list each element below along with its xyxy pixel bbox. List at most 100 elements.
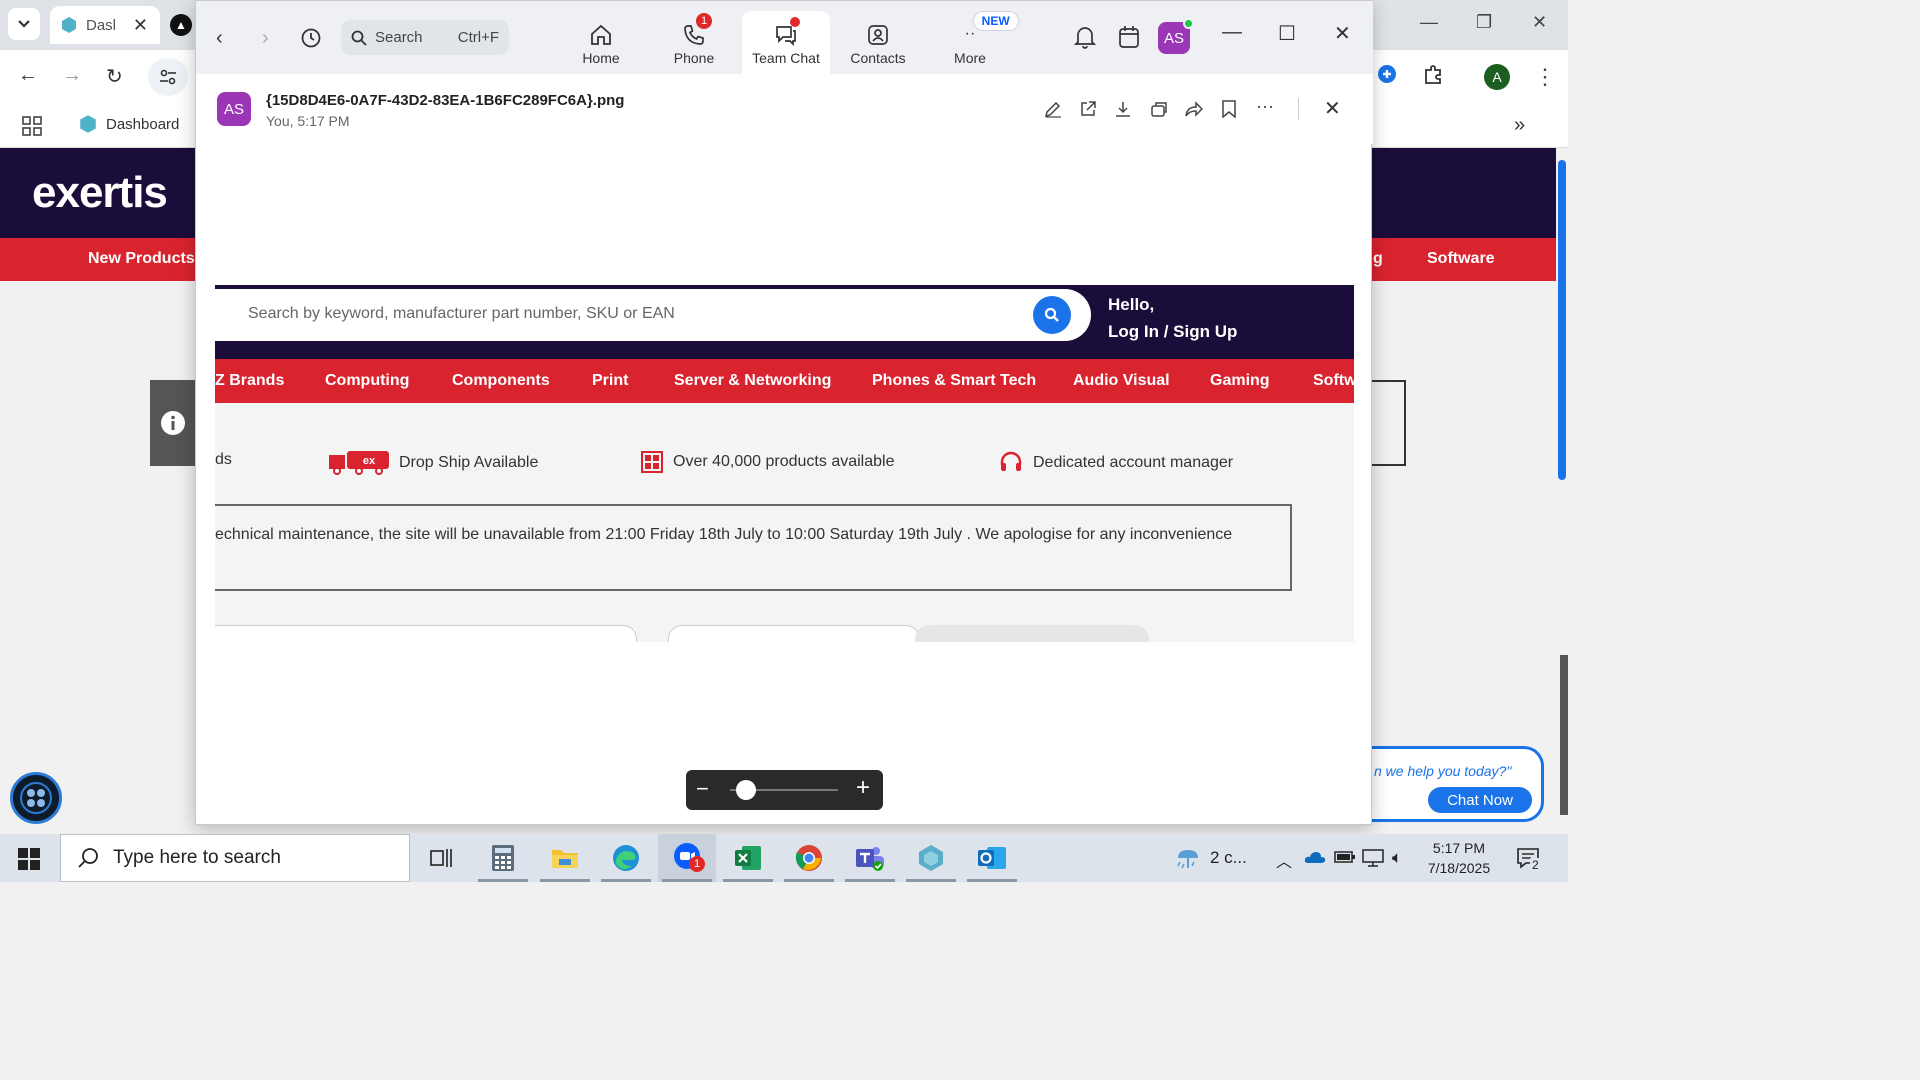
- embedded-usp-text: ds: [215, 451, 232, 468]
- more-dots-icon: ··: [964, 25, 976, 42]
- bookmark-dashboard[interactable]: Dashboard: [78, 114, 179, 134]
- page-scrollbar-thumb[interactable]: [1558, 160, 1566, 480]
- bell-icon[interactable]: [1074, 25, 1096, 49]
- apps-grid-icon[interactable]: [22, 116, 42, 136]
- notification-center[interactable]: 2: [1516, 846, 1541, 875]
- extension-icon[interactable]: [1377, 64, 1397, 84]
- close-tab-icon[interactable]: ✕: [133, 15, 148, 36]
- taskbar-search-box[interactable]: Type here to search: [60, 834, 410, 882]
- network-icon[interactable]: [1362, 849, 1384, 867]
- weather-icon[interactable]: [1174, 844, 1202, 872]
- new-badge: NEW: [972, 11, 1019, 31]
- nav-partial-item[interactable]: g: [1373, 250, 1383, 268]
- taskbar-app-hex[interactable]: [902, 834, 960, 882]
- taskbar-calculator[interactable]: [474, 834, 532, 882]
- battery-icon[interactable]: [1334, 850, 1356, 864]
- taskbar-outlook[interactable]: [963, 834, 1021, 882]
- tray-overflow-icon[interactable]: ︿: [1276, 848, 1292, 872]
- warehouse-grid-icon: [641, 451, 663, 473]
- excel-icon: [735, 846, 761, 870]
- bookmarks-overflow-icon[interactable]: »: [1514, 114, 1525, 137]
- close-window-icon[interactable]: ✕: [1532, 12, 1547, 33]
- embedded-nav-item: Phones & Smart Tech: [872, 372, 1037, 389]
- viewer-close-icon[interactable]: ✕: [1334, 21, 1351, 46]
- nav-software[interactable]: Software: [1427, 250, 1495, 268]
- profile-avatar[interactable]: A: [1484, 64, 1510, 90]
- tab-home[interactable]: Home: [557, 11, 645, 74]
- open-external-icon[interactable]: [1079, 100, 1097, 118]
- taskbar-zoom[interactable]: 1: [658, 834, 716, 882]
- embedded-search-button: [1033, 296, 1071, 334]
- tab-more-label: More: [954, 50, 986, 66]
- chat-now-button[interactable]: Chat Now: [1428, 787, 1532, 813]
- tab-team-chat[interactable]: Team Chat: [742, 11, 830, 74]
- zoom-back-icon[interactable]: ‹: [216, 27, 223, 50]
- share-to-chat-icon[interactable]: [1150, 100, 1168, 118]
- taskbar-file-explorer[interactable]: [536, 834, 594, 882]
- minimize-icon[interactable]: —: [1420, 12, 1438, 33]
- more-vert-icon[interactable]: ⋮: [1534, 64, 1556, 90]
- zoom-taskbar-badge: 1: [689, 855, 705, 872]
- side-strip: [1560, 655, 1568, 815]
- zoom-user-initials: AS: [1163, 29, 1184, 47]
- embedded-nav-item: Softw: [1313, 372, 1354, 389]
- zoom-search-box[interactable]: Search Ctrl+F: [341, 20, 509, 55]
- taskbar-chrome[interactable]: [780, 834, 838, 882]
- site-logo[interactable]: exertis: [32, 168, 168, 218]
- chat-prompt: n we help you today?": [1374, 763, 1512, 779]
- calendar-icon[interactable]: [1118, 25, 1140, 49]
- tab-contacts[interactable]: Contacts: [834, 11, 922, 74]
- embedded-login: Log In / Sign Up: [1108, 322, 1238, 341]
- nav-new-products[interactable]: New Products: [88, 250, 195, 268]
- forward-icon[interactable]: [1185, 100, 1203, 118]
- weather-text[interactable]: 2 c...: [1210, 848, 1247, 868]
- browser-tab-2[interactable]: ▲: [170, 14, 192, 36]
- site-info-button[interactable]: [148, 58, 188, 96]
- info-tab[interactable]: [150, 380, 196, 466]
- embedded-nav-item: Print: [592, 372, 629, 389]
- more-options-icon[interactable]: ···: [1256, 96, 1274, 117]
- back-icon[interactable]: ←: [18, 64, 38, 87]
- search-icon: [78, 848, 98, 868]
- cookie-settings-icon[interactable]: [10, 772, 62, 824]
- puzzle-icon[interactable]: [1422, 64, 1444, 86]
- viewer-maximize-icon[interactable]: ☐: [1278, 21, 1296, 46]
- task-view-button[interactable]: [412, 834, 470, 882]
- system-clock[interactable]: 5:17 PM 7/18/2025: [1424, 838, 1494, 878]
- clock-time: 5:17 PM: [1432, 840, 1486, 856]
- file-header: AS {15D8D4E6-0A7F-43D2-83EA-1B6FC289FC6A…: [196, 74, 1373, 144]
- forward-icon[interactable]: →: [62, 64, 82, 87]
- onedrive-icon[interactable]: [1304, 850, 1326, 864]
- edit-icon[interactable]: [1044, 100, 1062, 118]
- tab-more[interactable]: ·· NEW More: [926, 11, 1019, 74]
- zoom-forward-icon[interactable]: ›: [262, 27, 269, 50]
- tab-phone[interactable]: 1 Phone: [650, 11, 738, 74]
- viewer-minimize-icon[interactable]: —: [1222, 21, 1242, 44]
- embedded-search-placeholder: Search by keyword, manufacturer part num…: [248, 305, 675, 322]
- history-icon[interactable]: [300, 27, 322, 49]
- zoom-out-button[interactable]: −: [696, 776, 709, 802]
- zoom-control: − +: [686, 770, 883, 810]
- taskbar-edge[interactable]: [597, 834, 655, 882]
- outlook-icon: [978, 847, 1006, 869]
- restore-icon[interactable]: ❐: [1476, 12, 1492, 33]
- tab-contacts-label: Contacts: [850, 50, 906, 66]
- taskbar-teams[interactable]: [841, 834, 899, 882]
- embedded-nav-item: Gaming: [1210, 372, 1270, 389]
- embedded-tile: [668, 625, 920, 642]
- close-preview-icon[interactable]: ✕: [1324, 96, 1341, 121]
- zoom-in-button[interactable]: +: [856, 774, 870, 802]
- browser-tab-dashboard[interactable]: Dasl ✕: [50, 6, 160, 44]
- embedded-search-bar: Search by keyword, manufacturer part num…: [215, 289, 1091, 341]
- chat-widget: n we help you today?" Chat Now: [1370, 746, 1544, 822]
- download-icon[interactable]: [1114, 100, 1132, 118]
- bookmark-icon[interactable]: [1221, 100, 1237, 118]
- zoom-user-avatar[interactable]: AS: [1158, 18, 1194, 54]
- volume-icon[interactable]: 🔈︎: [1392, 848, 1402, 868]
- tab-search-button[interactable]: [8, 8, 40, 40]
- taskbar-excel[interactable]: [719, 834, 777, 882]
- edge-browser-icon: [613, 845, 639, 871]
- reload-icon[interactable]: ↻: [106, 64, 123, 89]
- zoom-slider-handle[interactable]: [736, 780, 756, 800]
- windows-start-icon[interactable]: [18, 848, 40, 870]
